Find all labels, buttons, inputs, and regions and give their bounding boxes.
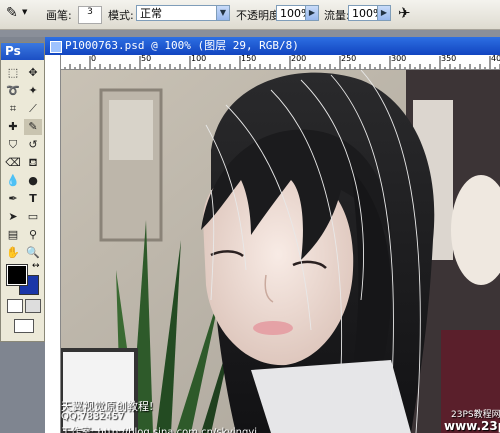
photo-image <box>61 70 500 433</box>
document-title: P1000763.psd @ 100% (图层 29, RGB/8) <box>65 39 299 52</box>
ruler-horizontal-ticks <box>60 56 500 69</box>
opacity-slider-arrow-icon[interactable]: ▶ <box>305 5 319 21</box>
ruler-label-350: 350 <box>441 55 457 63</box>
ruler-label-150: 150 <box>241 55 257 63</box>
paint-bucket-tool-icon[interactable]: ⛾ <box>24 155 42 171</box>
type-tool-icon[interactable]: T <box>24 191 42 207</box>
path-selection-tool-icon[interactable]: ➤ <box>4 209 22 225</box>
watermark-site-bottom: www.23ps.com <box>444 419 500 433</box>
ruler-label-250: 250 <box>341 55 357 63</box>
quick-mask-mode-icon[interactable] <box>25 299 41 313</box>
history-brush-tool-icon[interactable]: ↺ <box>24 137 42 153</box>
ruler-label-100: 100 <box>191 55 207 63</box>
foreground-color-swatch[interactable] <box>6 264 28 286</box>
airbrush-icon[interactable]: ✈ <box>398 4 411 22</box>
slice-tool-icon[interactable]: ⟋ <box>24 101 42 117</box>
brush-preset-dropdown[interactable]: ▼ <box>22 8 27 16</box>
lasso-tool-icon[interactable]: ➰ <box>4 83 22 99</box>
dodge-tool-icon[interactable]: ● <box>24 173 42 189</box>
brush-size-value: 3 <box>87 7 93 17</box>
document-title-bar[interactable]: P1000763.psd @ 100% (图层 29, RGB/8) <box>45 37 500 55</box>
brush-size-picker[interactable]: 3 <box>78 6 102 24</box>
toolbox-panel: Ps ⬚ ✥ ➰ ✦ ⌗ ⟋ ✚ ✎ ⛉ ↺ ⌫ ⛾ 💧 ● ✒ T ➤ ▭ ▤… <box>0 42 45 342</box>
healing-brush-tool-icon[interactable]: ✚ <box>4 119 22 135</box>
canvas[interactable]: 天翼视觉原创教程! QQ:7832457 工作室: http://blog.si… <box>61 70 500 433</box>
brush-label: 画笔: <box>46 9 72 22</box>
eyedropper-tool-icon[interactable]: ⚲ <box>24 227 42 243</box>
screen-mode-icon[interactable] <box>14 319 34 333</box>
ruler-vertical <box>45 55 61 433</box>
brush-tool-icon[interactable]: ✎ <box>6 5 18 21</box>
toolbox-header[interactable]: Ps <box>1 43 44 60</box>
options-bar: ✎ ▼ 画笔: 3 模式: 正常 ▼ 不透明度: 100% ▶ 流量: 100%… <box>0 0 500 30</box>
blur-tool-icon[interactable]: 💧 <box>4 173 22 189</box>
ruler-label-300: 300 <box>391 55 407 63</box>
ruler-label-0: 0 <box>91 55 97 63</box>
mode-select-value: 正常 <box>140 7 162 20</box>
ruler-label-50: 50 <box>141 55 152 63</box>
ruler-label-200: 200 <box>291 55 307 63</box>
marquee-tool-icon[interactable]: ⬚ <box>4 65 22 81</box>
flow-slider-arrow-icon[interactable]: ▶ <box>377 5 391 21</box>
notes-tool-icon[interactable]: ▤ <box>4 227 22 243</box>
zoom-tool-icon[interactable]: 🔍 <box>24 245 42 261</box>
quick-mask-standard-icon[interactable] <box>7 299 23 313</box>
crop-tool-icon[interactable]: ⌗ <box>4 101 22 117</box>
hand-tool-icon[interactable]: ✋ <box>4 245 22 261</box>
ruler-horizontal: 0 50 100 150 200 250 300 350 400 <box>60 55 500 70</box>
ruler-label-400: 400 <box>491 55 500 63</box>
brush-tool-icon-selected[interactable]: ✎ <box>24 119 42 135</box>
workspace-background <box>0 30 500 37</box>
mode-label: 模式: <box>108 9 134 22</box>
clone-stamp-tool-icon[interactable]: ⛉ <box>4 137 22 153</box>
rectangle-tool-icon[interactable]: ▭ <box>24 209 42 225</box>
photoshop-logo: Ps <box>5 44 21 58</box>
watermark-line-2: QQ:7832457 <box>61 411 125 422</box>
eraser-tool-icon[interactable]: ⌫ <box>4 155 22 171</box>
document-icon <box>50 41 62 53</box>
magic-wand-tool-icon[interactable]: ✦ <box>24 83 42 99</box>
pen-tool-icon[interactable]: ✒ <box>4 191 22 207</box>
watermark-line-3: 工作室: http://blog.sina.com.cn/skyingvi <box>61 427 258 433</box>
mode-dropdown-arrow-icon[interactable]: ▼ <box>216 5 230 21</box>
swap-colors-icon[interactable]: ↔ <box>32 261 40 271</box>
flow-label: 流量: <box>324 9 350 22</box>
move-tool-icon[interactable]: ✥ <box>24 65 42 81</box>
